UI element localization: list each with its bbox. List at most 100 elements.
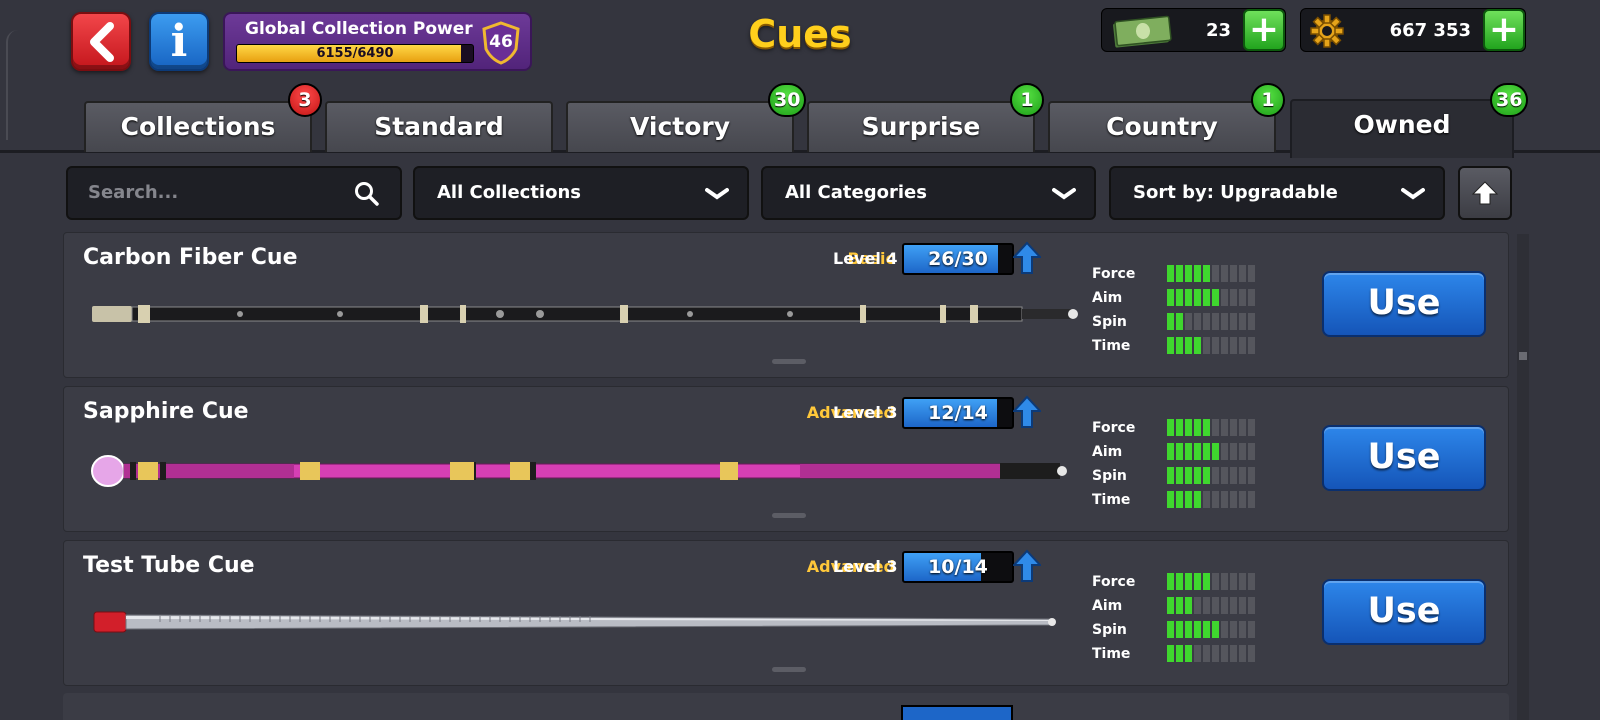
- sort-dropdown-value: Sort by: Upgradable: [1133, 182, 1338, 203]
- collections-dropdown[interactable]: All Collections: [413, 166, 749, 220]
- add-cash-button[interactable]: +: [1243, 9, 1285, 51]
- upgrade-arrow-icon[interactable]: [1013, 549, 1041, 583]
- stat-segment: [1185, 645, 1192, 662]
- stat-segment: [1194, 419, 1201, 436]
- tab-surprise[interactable]: Surprise: [807, 101, 1035, 152]
- stat-segment: [1221, 573, 1228, 590]
- cue-progress-text: 10/14: [928, 556, 988, 578]
- cash-value: 23: [1205, 20, 1231, 41]
- stat-segment: [1212, 467, 1219, 484]
- list-scrollbar-thumb[interactable]: [1519, 352, 1527, 360]
- tab-owned-badge: 36: [1490, 83, 1529, 117]
- stat-segment: [1185, 443, 1192, 460]
- cue-card[interactable]: Carbon Fiber Cue Basic Level 4 26/30 For…: [63, 232, 1509, 378]
- sort-direction-button[interactable]: [1458, 166, 1512, 220]
- expand-handle[interactable]: [772, 513, 806, 518]
- stat-segment: [1167, 419, 1174, 436]
- tab-standard[interactable]: Standard: [325, 101, 553, 152]
- tab-victory-badge: 30: [768, 83, 807, 117]
- stat-segment: [1248, 313, 1255, 330]
- stat-segment: [1230, 645, 1237, 662]
- stat-label: Spin: [1092, 314, 1127, 330]
- cue-upgrade-progress: 10/14: [902, 551, 1014, 583]
- coins-gear-icon: [1310, 14, 1344, 48]
- upgrade-arrow-icon[interactable]: [1013, 395, 1041, 429]
- stat-segment: [1239, 337, 1246, 354]
- tab-country[interactable]: Country: [1048, 101, 1276, 152]
- cue-card[interactable]: Sapphire Cue Advanced Level 3 12/14 Forc…: [63, 386, 1509, 532]
- tab-collections[interactable]: Collections: [84, 101, 312, 152]
- stat-segment: [1185, 621, 1192, 638]
- stat-segment: [1203, 289, 1210, 306]
- info-button[interactable]: i: [149, 12, 209, 71]
- stat-segment: [1212, 443, 1219, 460]
- stat-segment: [1248, 337, 1255, 354]
- stat-segment: [1176, 443, 1183, 460]
- stat-bars: [1167, 573, 1255, 590]
- stat-segment: [1176, 597, 1183, 614]
- tab-owned[interactable]: Owned: [1290, 99, 1514, 158]
- cash-icon: [1113, 15, 1172, 48]
- stat-segment: [1203, 621, 1210, 638]
- stat-segment: [1203, 419, 1210, 436]
- chevron-down-icon: [1401, 188, 1425, 200]
- stat-segment: [1194, 621, 1201, 638]
- stat-segment: [1212, 491, 1219, 508]
- plus-icon: +: [1248, 9, 1280, 50]
- list-scrollbar[interactable]: [1517, 234, 1529, 720]
- back-button[interactable]: [71, 12, 131, 71]
- search-input[interactable]: [88, 182, 338, 203]
- stat-segment: [1221, 289, 1228, 306]
- stat-segment: [1239, 313, 1246, 330]
- sort-dropdown[interactable]: Sort by: Upgradable: [1109, 166, 1445, 220]
- cue-level: Level 3: [833, 403, 898, 422]
- search-icon[interactable]: [354, 181, 380, 207]
- stat-label: Time: [1092, 646, 1131, 662]
- stat-segment: [1212, 597, 1219, 614]
- expand-handle[interactable]: [772, 359, 806, 364]
- tab-victory[interactable]: Victory: [566, 101, 794, 152]
- collection-power-panel[interactable]: Global Collection Power 6155/6490 46: [223, 12, 532, 71]
- stat-bars: [1167, 491, 1255, 508]
- stat-segment: [1203, 573, 1210, 590]
- stat-segment: [1194, 467, 1201, 484]
- stat-segment: [1230, 443, 1237, 460]
- stat-segment: [1176, 265, 1183, 282]
- use-cue-button[interactable]: Use: [1322, 425, 1486, 491]
- tab-surprise-badge: 1: [1010, 83, 1044, 117]
- expand-handle[interactable]: [772, 667, 806, 672]
- cue-card[interactable]: Test Tube Cue Advanced Level 3 10/14 For…: [63, 540, 1509, 686]
- stat-segment: [1167, 467, 1174, 484]
- chevron-down-icon: [1052, 188, 1076, 200]
- stat-segment: [1221, 467, 1228, 484]
- collections-dropdown-value: All Collections: [437, 182, 581, 203]
- stat-segment: [1239, 573, 1246, 590]
- stat-segment: [1185, 597, 1192, 614]
- cue-card-partial[interactable]: [63, 693, 1509, 720]
- stat-segment: [1212, 573, 1219, 590]
- stat-segment: [1248, 645, 1255, 662]
- stat-bars: [1167, 645, 1255, 662]
- add-coins-button[interactable]: +: [1483, 9, 1525, 51]
- categories-dropdown[interactable]: All Categories: [761, 166, 1096, 220]
- stat-segment: [1212, 313, 1219, 330]
- stat-label: Time: [1092, 338, 1131, 354]
- cue-upgrade-progress: 26/30: [902, 243, 1014, 275]
- stat-bars: [1167, 265, 1255, 282]
- stat-segment: [1212, 289, 1219, 306]
- upgrade-arrow-icon[interactable]: [1013, 241, 1041, 275]
- collection-level: 46: [489, 32, 513, 52]
- stat-segment: [1221, 313, 1228, 330]
- use-cue-button[interactable]: Use: [1322, 579, 1486, 645]
- carbon-fiber-cue-image: [92, 305, 1078, 323]
- stat-segment: [1221, 337, 1228, 354]
- stat-segment: [1185, 337, 1192, 354]
- stat-label: Force: [1092, 420, 1136, 436]
- stat-segment: [1221, 443, 1228, 460]
- stat-segment: [1203, 313, 1210, 330]
- stat-segment: [1230, 573, 1237, 590]
- use-cue-button[interactable]: Use: [1322, 271, 1486, 337]
- stat-segment: [1176, 337, 1183, 354]
- stat-segment: [1194, 289, 1201, 306]
- stat-segment: [1203, 597, 1210, 614]
